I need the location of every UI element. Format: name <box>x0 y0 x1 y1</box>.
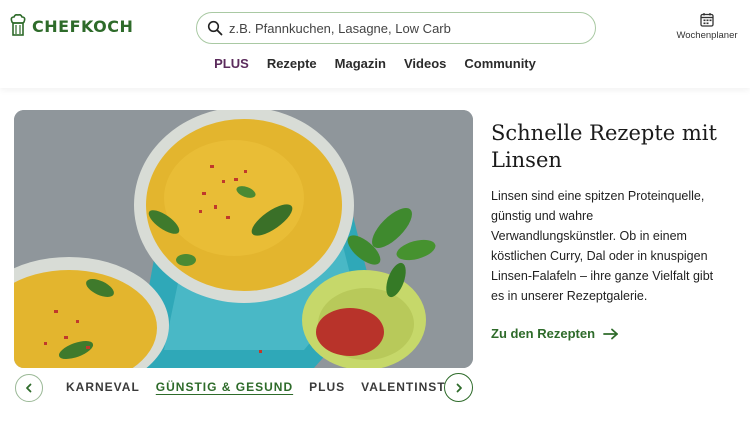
nav-item-magazin[interactable]: Magazin <box>326 56 395 71</box>
category-tabs: KARNEVAL GÜNSTIG & GESUND PLUS VALENTINS… <box>58 380 473 394</box>
main-nav: PLUS Rezepte Magazin Videos Community <box>0 56 750 71</box>
calendar-icon <box>700 13 714 27</box>
hero-description: Linsen sind eine spitzen Proteinquelle, … <box>491 189 714 303</box>
nav-item-videos[interactable]: Videos <box>395 56 455 71</box>
wochenplaner-label: Wochenplaner <box>676 30 738 41</box>
category-tab-plus[interactable]: PLUS <box>301 380 353 394</box>
nav-item-community[interactable]: Community <box>455 56 545 71</box>
category-tab-karneval[interactable]: KARNEVAL <box>58 380 148 394</box>
chef-hat-icon <box>10 14 26 36</box>
category-tab-guenstig-gesund[interactable]: GÜNSTIG & GESUND <box>148 380 301 394</box>
chevron-left-icon <box>26 383 32 393</box>
nav-item-rezepte[interactable]: Rezepte <box>258 56 326 71</box>
search-bar[interactable] <box>196 12 596 44</box>
wochenplaner-button[interactable]: Wochenplaner <box>672 12 742 41</box>
logo-text: CHEFKOCH <box>32 16 134 36</box>
carousel-next-button[interactable] <box>444 373 473 402</box>
recipes-link[interactable]: Zu den Rezepten <box>491 326 619 341</box>
carousel-prev-button[interactable] <box>15 374 43 402</box>
recipes-link-label: Zu den Rezepten <box>491 326 596 341</box>
arrow-right-icon <box>603 328 618 339</box>
search-input[interactable] <box>229 20 569 36</box>
lentil-soup-illustration <box>14 110 473 368</box>
search-icon <box>207 20 223 36</box>
site-header: CHEFKOCH Wochenplaner PLUS Rezepte Magaz… <box>0 0 750 88</box>
chefkoch-logo[interactable]: CHEFKOCH <box>8 14 133 38</box>
hero-image[interactable] <box>14 110 473 368</box>
nav-item-plus[interactable]: PLUS <box>205 56 258 71</box>
chevron-right-icon <box>456 383 462 392</box>
hero-headline: Schnelle Rezepte mit Linsen <box>491 121 717 172</box>
